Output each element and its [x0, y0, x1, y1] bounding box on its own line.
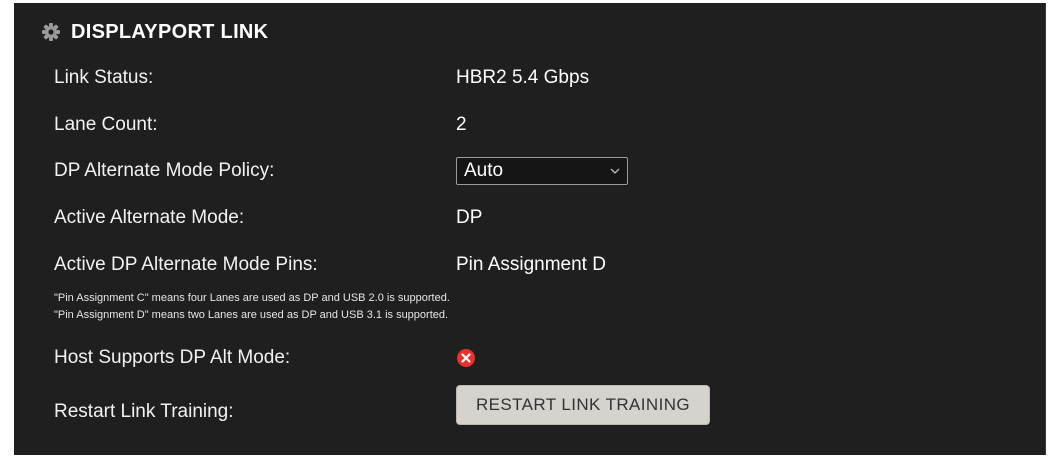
gear-icon: [41, 22, 61, 42]
row-restart-training: Restart Link Training: RESTART LINK TRAI…: [54, 385, 1034, 427]
row-active-alt-mode: Active Alternate Mode: DP: [54, 203, 1034, 233]
active-pins-label: Active DP Alternate Mode Pins:: [54, 254, 318, 275]
restart-link-training-button[interactable]: RESTART LINK TRAINING: [456, 385, 710, 425]
pin-assignment-notes: "Pin Assignment C" means four Lanes are …: [54, 290, 954, 324]
chevron-down-icon: [610, 168, 620, 174]
displayport-link-panel: DISPLAYPORT LINK Link Status: HBR2 5.4 G…: [14, 3, 1046, 455]
alt-mode-policy-label: DP Alternate Mode Policy:: [54, 160, 275, 181]
link-status-value: HBR2 5.4 Gbps: [456, 67, 590, 88]
alt-mode-policy-selected: Auto: [464, 160, 504, 181]
restart-training-label: Restart Link Training:: [54, 401, 234, 422]
row-lane-count: Lane Count: 2: [54, 110, 1034, 140]
lane-count-label: Lane Count:: [54, 114, 158, 135]
error-circle-icon: [457, 349, 475, 367]
alt-mode-policy-select[interactable]: Auto: [456, 157, 628, 185]
lane-count-value: 2: [456, 114, 467, 135]
host-supports-label: Host Supports DP Alt Mode:: [54, 347, 291, 368]
note-pin-assignment-d: "Pin Assignment D" means two Lanes are u…: [54, 309, 449, 321]
section-header: DISPLAYPORT LINK: [41, 19, 268, 45]
row-link-status: Link Status: HBR2 5.4 Gbps: [54, 63, 1034, 93]
link-status-label: Link Status:: [54, 67, 154, 88]
active-pins-value: Pin Assignment D: [456, 254, 606, 275]
note-pin-assignment-c: "Pin Assignment C" means four Lanes are …: [54, 292, 450, 304]
row-host-supports: Host Supports DP Alt Mode:: [54, 343, 1034, 373]
row-alt-mode-policy: DP Alternate Mode Policy: Auto: [54, 156, 1034, 186]
active-alt-mode-label: Active Alternate Mode:: [54, 207, 245, 228]
active-alt-mode-value: DP: [456, 207, 483, 228]
section-title: DISPLAYPORT LINK: [71, 20, 269, 43]
row-active-pins: Active DP Alternate Mode Pins: Pin Assig…: [54, 250, 1034, 280]
